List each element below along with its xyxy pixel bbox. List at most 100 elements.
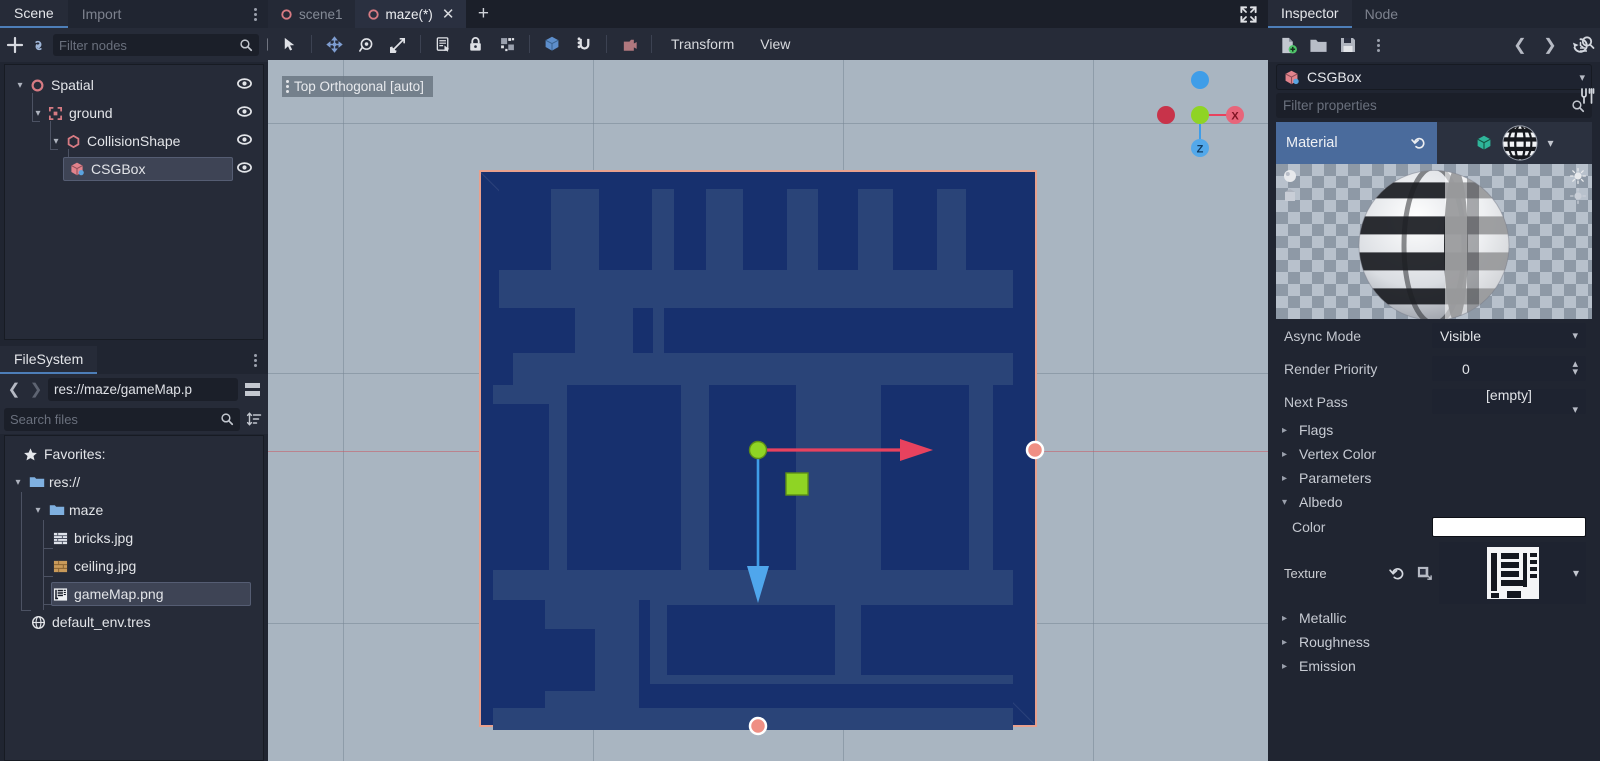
preview-light2-icon[interactable] (1282, 188, 1298, 207)
add-node-button[interactable] (6, 33, 24, 57)
filesystem-item-bricks[interactable]: bricks.jpg (5, 524, 263, 552)
filesystem-item-ceiling[interactable]: ceiling.jpg (5, 552, 263, 580)
filter-properties-input[interactable] (1283, 98, 1566, 113)
quick-load-icon[interactable] (1416, 565, 1433, 582)
section-parameters[interactable]: ▸ Parameters (1268, 466, 1600, 490)
group-selection-button[interactable] (492, 31, 522, 57)
visibility-toggle[interactable] (236, 103, 253, 123)
property-value-render-priority[interactable]: 0 ▴ ▾ (1432, 356, 1586, 381)
property-row-async-mode[interactable]: Async Mode Visible ▾ (1268, 319, 1600, 352)
filter-nodes-field[interactable] (53, 34, 259, 56)
scene-tree[interactable]: ▾ Spatial ▾ ground ▾ CollisionShape CSGB… (4, 64, 264, 340)
rotate-mode-button[interactable] (351, 31, 381, 57)
camera-preview-button[interactable] (614, 31, 644, 57)
revert-icon[interactable] (1389, 565, 1406, 582)
chevron-down-icon[interactable]: ▾ (31, 108, 45, 119)
chevron-right-icon[interactable]: ▸ (1282, 637, 1292, 648)
filesystem-item-gamemap[interactable]: gameMap.png (5, 580, 263, 608)
list-select-button[interactable] (428, 31, 458, 57)
filesystem-forward-button[interactable]: ❯ (26, 378, 46, 400)
filesystem-item-res-root[interactable]: ▾ res:// (5, 468, 263, 496)
maze-map-object[interactable] (479, 170, 1037, 730)
section-metallic[interactable]: ▸ Metallic (1268, 606, 1600, 630)
select-mode-button[interactable] (274, 31, 304, 57)
filesystem-sort-button[interactable] (244, 408, 264, 430)
material-preview[interactable] (1276, 164, 1592, 319)
search-files-input[interactable] (10, 411, 216, 427)
transform-menu-button[interactable]: Transform (659, 36, 746, 52)
filter-properties-field[interactable] (1276, 93, 1592, 118)
filesystem-item-maze-folder[interactable]: ▾ maze (5, 496, 263, 524)
distraction-free-button[interactable] (1228, 0, 1268, 28)
visibility-toggle[interactable] (236, 75, 253, 95)
visibility-toggle[interactable] (236, 159, 253, 179)
property-row-render-priority[interactable]: Render Priority 0 ▴ ▾ (1268, 352, 1600, 385)
3d-viewport[interactable]: Top Orthogonal [auto] X Z (268, 60, 1268, 761)
preview-light4-icon[interactable] (1569, 187, 1587, 207)
filesystem-back-button[interactable]: ❮ (4, 378, 24, 400)
docs-search-icon[interactable] (1578, 34, 1598, 54)
filesystem-item-favorites[interactable]: Favorites: (5, 440, 263, 468)
material-property-left[interactable]: Material (1276, 122, 1437, 164)
local-space-button[interactable] (537, 31, 567, 57)
albedo-texture-field[interactable]: ▾ (1439, 542, 1586, 604)
tab-filesystem[interactable]: FileSystem (0, 346, 98, 374)
chevron-down-icon[interactable]: ▾ (1572, 329, 1578, 342)
tree-item-csgbox[interactable]: CSGBox (5, 155, 263, 183)
property-row-albedo-texture[interactable]: Texture ▾ (1268, 540, 1600, 606)
chevron-down-icon[interactable]: ▾ (11, 477, 25, 488)
spinner-icon[interactable]: ▴ ▾ (1572, 359, 1578, 378)
instance-scene-button[interactable] (30, 33, 47, 57)
view-menu-button[interactable]: View (748, 36, 802, 52)
albedo-color-swatch[interactable] (1432, 517, 1586, 537)
viewport-camera-label[interactable]: Top Orthogonal [auto] (282, 76, 433, 97)
filesystem-split-mode-button[interactable] (240, 378, 264, 400)
chevron-right-icon[interactable]: ▸ (1282, 473, 1292, 484)
scene-dock-menu-button[interactable] (242, 0, 268, 28)
section-emission[interactable]: ▸ Emission (1268, 654, 1600, 678)
axis-orientation-gizmo[interactable]: X Z (1153, 65, 1253, 165)
filesystem-item-default-env[interactable]: default_env.tres (5, 608, 263, 636)
chevron-down-icon[interactable]: ▾ (1572, 403, 1578, 416)
chevron-down-icon[interactable]: ▾ (49, 136, 63, 147)
tree-item-spatial[interactable]: ▾ Spatial (5, 71, 263, 99)
snap-mode-button[interactable] (569, 31, 599, 57)
chevron-right-icon[interactable]: ▸ (1282, 425, 1292, 436)
material-property-right[interactable]: ▾ (1437, 122, 1592, 164)
tree-item-collisionshape[interactable]: ▾ CollisionShape (5, 127, 263, 155)
resource-menu-button[interactable] (1366, 33, 1390, 57)
scale-mode-button[interactable] (383, 31, 413, 57)
move-mode-button[interactable] (319, 31, 349, 57)
filter-nodes-input[interactable] (59, 37, 235, 53)
load-resource-button[interactable] (1306, 33, 1330, 57)
scene-tab-scene1[interactable]: scene1 (268, 0, 355, 28)
search-files-field[interactable] (4, 407, 240, 431)
property-value-next-pass[interactable]: [empty] ▾ (1432, 387, 1586, 416)
tab-node[interactable]: Node (1352, 0, 1411, 28)
add-scene-tab-button[interactable]: + (466, 0, 500, 28)
scene-tab-maze[interactable]: maze(*) ✕ (354, 0, 467, 28)
section-roughness[interactable]: ▸ Roughness (1268, 630, 1600, 654)
section-vertex-color[interactable]: ▸ Vertex Color (1268, 442, 1600, 466)
chevron-down-icon[interactable]: ▾ (31, 505, 45, 516)
chevron-right-icon[interactable]: ▸ (1282, 613, 1292, 624)
visibility-toggle[interactable] (236, 131, 253, 151)
tab-import[interactable]: Import (68, 0, 136, 28)
tab-scene[interactable]: Scene (0, 0, 68, 28)
filesystem-tree[interactable]: Favorites: ▾ res:// ▾ maze bricks.jpg ce… (4, 435, 264, 761)
chevron-right-icon[interactable]: ▸ (1282, 661, 1292, 672)
section-flags[interactable]: ▸ Flags (1268, 418, 1600, 442)
property-value-async-mode[interactable]: Visible ▾ (1432, 323, 1586, 348)
history-back-button[interactable]: ❮ (1508, 33, 1532, 57)
filesystem-dock-menu-button[interactable] (242, 346, 268, 374)
close-icon[interactable]: ✕ (442, 7, 455, 22)
preview-light1-icon[interactable] (1282, 168, 1298, 187)
preview-light3-icon[interactable] (1569, 167, 1587, 187)
material-property-row[interactable]: Material ▾ (1276, 122, 1592, 164)
chevron-down-icon[interactable]: ▾ (1573, 566, 1579, 580)
tree-item-ground[interactable]: ▾ ground (5, 99, 263, 127)
history-forward-button[interactable]: ❯ (1538, 33, 1562, 57)
filesystem-path-field[interactable]: res://maze/gameMap.p (48, 377, 238, 401)
section-albedo[interactable]: ▾ Albedo (1268, 490, 1600, 514)
object-tools-icon[interactable] (1578, 86, 1598, 106)
